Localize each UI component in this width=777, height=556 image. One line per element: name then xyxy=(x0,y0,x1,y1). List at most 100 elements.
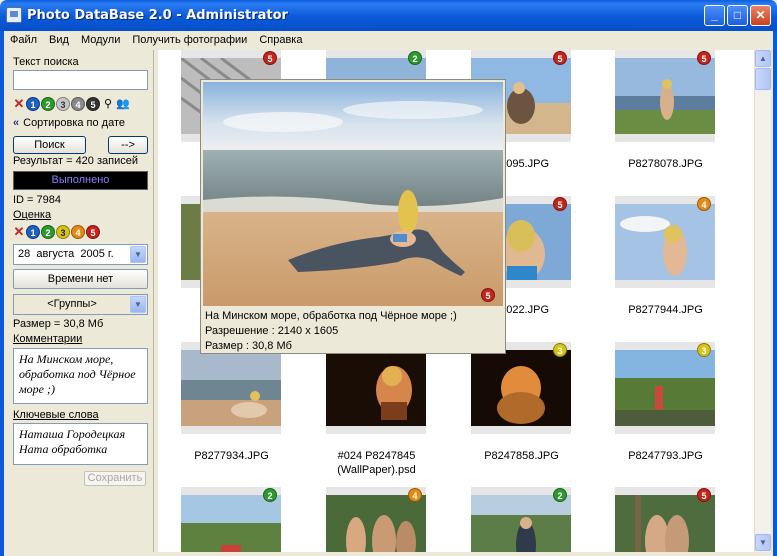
menu-get-photos[interactable]: Получить фотографии xyxy=(126,31,253,46)
users-icon[interactable]: 👥 xyxy=(116,97,130,111)
sort-label: Сортировка по дате xyxy=(23,117,126,129)
scroll-thumb[interactable] xyxy=(755,68,771,90)
title-bar[interactable]: Photo DataBase 2.0 - Administrator _ □ ✕ xyxy=(0,0,777,31)
rating-5[interactable]: 5 xyxy=(86,225,100,239)
app-icon[interactable] xyxy=(6,7,22,23)
search-label: Текст поиска xyxy=(13,56,79,68)
rating-label: Оценка xyxy=(13,209,52,221)
thumbnail-rating-badge: 4 xyxy=(408,488,422,502)
thumbnail-image xyxy=(615,58,715,134)
menu-help[interactable]: Справка xyxy=(253,31,308,46)
thumbnail-item[interactable] xyxy=(181,342,281,434)
thumbnail-rating-badge: 5 xyxy=(553,51,567,65)
sort-row[interactable]: « Сортировка по дате xyxy=(13,117,125,129)
maximize-button[interactable]: □ xyxy=(727,5,748,26)
rating-selector: ✕ 1 2 3 4 5 xyxy=(13,224,100,240)
thumbnail-caption: P8278078.JPG xyxy=(628,158,703,170)
filter-rating-4[interactable]: 4 xyxy=(71,97,85,111)
date-value: 28 августа 2005 г. xyxy=(18,248,114,260)
groups-value: <Группы> xyxy=(47,298,97,310)
key-icon[interactable]: ⚲ xyxy=(101,97,115,111)
thumbnail-image xyxy=(615,350,715,426)
preview-rating-value: 5 xyxy=(481,288,495,302)
thumbnail-image xyxy=(471,495,571,552)
result-count: Результат = 420 записей xyxy=(13,155,138,167)
save-button[interactable]: Сохранить xyxy=(84,471,146,486)
vertical-scrollbar[interactable]: ▲ ▼ xyxy=(754,50,771,552)
thumbnail-item[interactable]: 2 xyxy=(181,487,281,552)
thumbnail-rating-badge: 2 xyxy=(263,488,277,502)
thumbnail-item[interactable]: 2 xyxy=(471,487,571,552)
groups-dropdown[interactable]: <Группы> ▼ xyxy=(13,294,148,315)
thumbnail-image xyxy=(181,350,281,426)
thumbnail-item[interactable] xyxy=(326,342,426,434)
sort-arrow-icon: « xyxy=(13,117,20,129)
thumbnail-item[interactable]: 4 xyxy=(615,196,715,288)
thumbnail-rating-badge: 3 xyxy=(697,343,711,357)
status-indicator: Выполнено xyxy=(13,171,148,190)
chevron-down-icon[interactable]: ▼ xyxy=(130,296,146,313)
thumbnail-caption: P8247793.JPG xyxy=(628,450,703,462)
thumbnail-item[interactable]: 3 xyxy=(471,342,571,434)
thumbnail-image xyxy=(471,350,571,426)
search-button[interactable]: Поиск xyxy=(13,136,86,154)
filter-rating-3[interactable]: 3 xyxy=(56,97,70,111)
thumbnail-caption: P8277934.JPG xyxy=(194,450,269,462)
time-button[interactable]: Времени нет xyxy=(13,269,148,289)
comments-field[interactable]: На Минском море, обработка под Чёрное мо… xyxy=(13,348,148,404)
clear-rating-icon[interactable]: ✕ xyxy=(13,224,25,240)
thumbnail-rating-badge: 5 xyxy=(263,51,277,65)
chevron-down-icon[interactable]: ▼ xyxy=(130,246,146,263)
thumbnail-caption: P8277944.JPG xyxy=(628,304,703,316)
thumbnail-caption: #024 P8247845 (WallPaper).psd xyxy=(337,450,416,476)
next-button[interactable]: --> xyxy=(108,136,148,154)
preview-size: Размер : 30,8 Мб xyxy=(205,340,292,352)
thumbnail-rating-badge: 5 xyxy=(697,488,711,502)
thumbnail-rating-badge: 4 xyxy=(697,197,711,211)
rating-2[interactable]: 2 xyxy=(41,225,55,239)
close-button[interactable]: ✕ xyxy=(750,5,771,26)
preview-image xyxy=(203,82,503,306)
preview-resolution: Разрешение : 2140 x 1605 xyxy=(205,325,339,337)
clear-rating-icon[interactable]: ✕ xyxy=(13,96,25,112)
rating-3[interactable]: 3 xyxy=(56,225,70,239)
keywords-field[interactable]: Наташа Городецкая Ната обработка xyxy=(13,423,148,465)
date-picker[interactable]: 28 августа 2005 г. ▼ xyxy=(13,244,148,265)
thumbnail-image xyxy=(615,204,715,280)
filter-rating-1[interactable]: 1 xyxy=(26,97,40,111)
rating-1[interactable]: 1 xyxy=(26,225,40,239)
keywords-label: Ключевые слова xyxy=(13,409,99,421)
thumbnail-rating-badge: 3 xyxy=(553,343,567,357)
thumbnail-item[interactable]: 5 xyxy=(615,487,715,552)
search-rating-filters: ✕ 1 2 3 4 5 ⚲ 👥 xyxy=(13,96,130,112)
search-input[interactable] xyxy=(13,70,148,90)
thumbnail-image xyxy=(326,495,426,552)
filter-rating-5[interactable]: 5 xyxy=(86,97,100,111)
thumbnail-rating-badge: 2 xyxy=(408,51,422,65)
menu-file[interactable]: Файл xyxy=(4,31,43,46)
scroll-up-button[interactable]: ▲ xyxy=(755,50,771,67)
menu-view[interactable]: Вид xyxy=(43,31,75,46)
menu-modules[interactable]: Модули xyxy=(75,31,126,46)
photo-id: ID = 7984 xyxy=(13,194,62,206)
photo-preview-popup: 5 На Минском море, обработка под Чёрное … xyxy=(200,79,506,354)
thumbnail-image xyxy=(326,350,426,426)
minimize-button[interactable]: _ xyxy=(704,5,725,26)
window-title: Photo DataBase 2.0 - Administrator xyxy=(27,8,288,23)
thumbnail-item[interactable]: 5 xyxy=(615,50,715,142)
thumbnail-image xyxy=(181,495,281,552)
left-panel: Текст поиска ✕ 1 2 3 4 5 ⚲ 👥 « Сортировк… xyxy=(4,50,154,552)
thumbnail-item[interactable]: 4 xyxy=(326,487,426,552)
thumbnail-item[interactable]: 3 xyxy=(615,342,715,434)
filter-rating-2[interactable]: 2 xyxy=(41,97,55,111)
rating-4[interactable]: 4 xyxy=(71,225,85,239)
thumbnail-rating-badge: 2 xyxy=(553,488,567,502)
file-size: Размер = 30,8 Мб xyxy=(13,318,104,330)
thumbnail-rating-badge: 5 xyxy=(553,197,567,211)
scroll-down-button[interactable]: ▼ xyxy=(755,534,771,551)
preview-rating-badge: 5 xyxy=(481,288,495,302)
window-frame-right xyxy=(773,31,777,556)
thumbnail-rating-badge: 5 xyxy=(697,51,711,65)
preview-comment: На Минском море, обработка под Чёрное мо… xyxy=(205,310,457,322)
thumbnail-caption: P8247858.JPG xyxy=(484,450,559,462)
